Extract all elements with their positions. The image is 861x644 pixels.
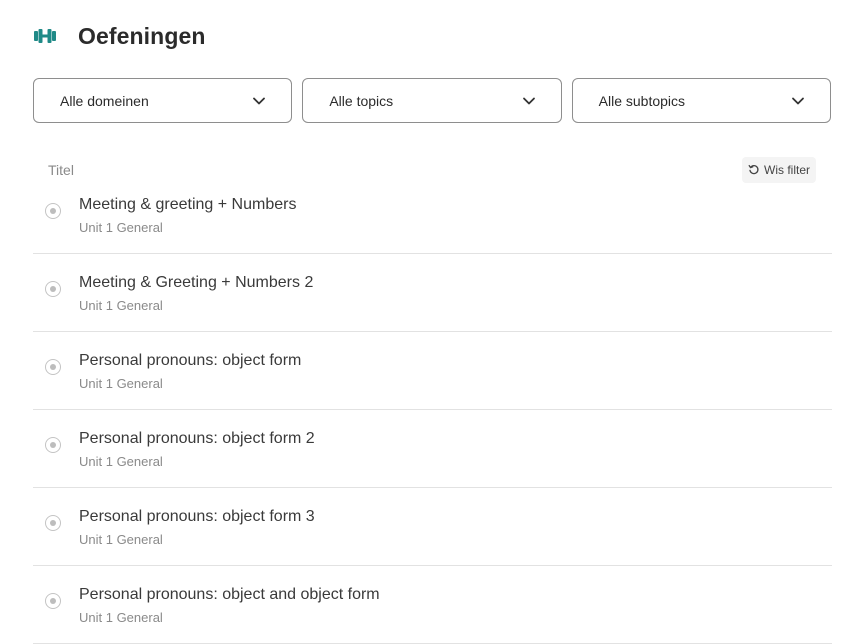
list-item[interactable]: Personal pronouns: object form Unit 1 Ge… <box>33 332 832 410</box>
topic-select-value: Alle topics <box>329 92 394 109</box>
exercise-unit: Unit 1 General <box>79 610 163 625</box>
exercise-title: Personal pronouns: object form 3 <box>79 508 315 525</box>
radio-icon[interactable] <box>45 437 61 453</box>
exercise-unit: Unit 1 General <box>79 376 163 391</box>
clear-filter-label: Wis filter <box>764 163 810 177</box>
chevron-down-icon <box>790 93 806 109</box>
domain-select-value: Alle domeinen <box>60 92 149 109</box>
page-header: Oefeningen <box>33 20 206 52</box>
exercise-title: Meeting & greeting + Numbers <box>79 196 297 213</box>
topic-select[interactable]: Alle topics <box>302 78 562 123</box>
exercise-title: Personal pronouns: object and object for… <box>79 586 380 603</box>
exercise-unit: Unit 1 General <box>79 220 163 235</box>
exercise-unit: Unit 1 General <box>79 298 163 313</box>
radio-icon[interactable] <box>45 515 61 531</box>
radio-icon[interactable] <box>45 593 61 609</box>
subtopic-select[interactable]: Alle subtopics <box>571 78 831 123</box>
exercise-list: Meeting & greeting + Numbers Unit 1 Gene… <box>33 176 832 644</box>
radio-icon[interactable] <box>45 359 61 375</box>
reset-icon <box>748 164 760 176</box>
list-item[interactable]: Personal pronouns: object form 2 Unit 1 … <box>33 410 832 488</box>
list-item[interactable]: Meeting & greeting + Numbers Unit 1 Gene… <box>33 176 832 254</box>
dumbbell-icon <box>33 26 57 46</box>
list-item[interactable]: Meeting & Greeting + Numbers 2 Unit 1 Ge… <box>33 254 832 332</box>
subtopic-select-value: Alle subtopics <box>598 92 686 109</box>
domain-select[interactable]: Alle domeinen <box>33 78 293 123</box>
filter-bar: Alle domeinen Alle topics Alle subtopics <box>33 78 831 123</box>
radio-icon[interactable] <box>45 281 61 297</box>
radio-icon[interactable] <box>45 203 61 219</box>
chevron-down-icon <box>251 93 267 109</box>
exercise-unit: Unit 1 General <box>79 532 163 547</box>
exercise-unit: Unit 1 General <box>79 454 163 469</box>
page-title: Oefeningen <box>78 22 206 49</box>
list-item[interactable]: Personal pronouns: object form 3 Unit 1 … <box>33 488 832 566</box>
exercise-title: Personal pronouns: object form <box>79 352 302 369</box>
list-item[interactable]: Personal pronouns: object and object for… <box>33 566 832 644</box>
exercise-title: Personal pronouns: object form 2 <box>79 430 315 447</box>
chevron-down-icon <box>521 93 537 109</box>
exercise-title: Meeting & Greeting + Numbers 2 <box>79 274 314 291</box>
